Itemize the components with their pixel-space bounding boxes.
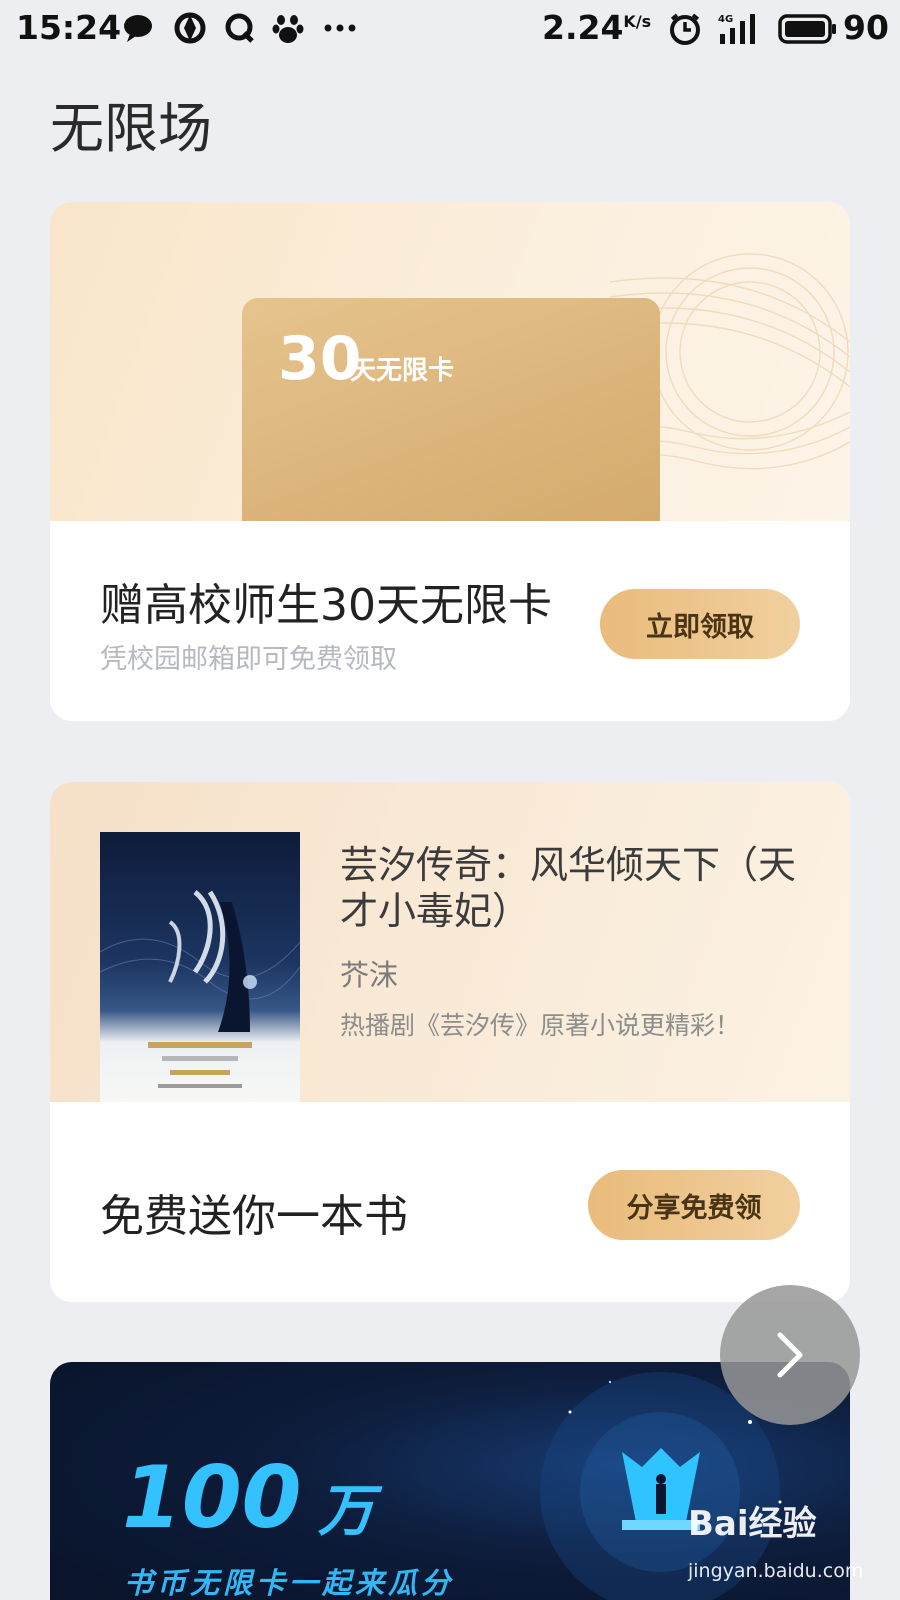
- watermark-url: jingyan.baidu.com: [688, 1560, 864, 1582]
- book-card-body: 免费送你一本书 分享免费领: [50, 1102, 850, 1302]
- chevron-right-icon: [777, 1332, 803, 1378]
- card-name: 天无限卡: [350, 356, 455, 386]
- coin-tagline: 书币无限卡一起来瓜分: [124, 1566, 455, 1600]
- baidu-paw-icon: [272, 12, 304, 44]
- unlimited-promo-subtitle: 凭校园邮箱即可免费领取: [100, 644, 397, 675]
- unlimited-card-banner: 30 天无限卡: [50, 202, 850, 521]
- more-dots-icon: [322, 12, 358, 44]
- battery-icon: [778, 12, 838, 44]
- claim-now-button[interactable]: 立即领取: [600, 589, 800, 659]
- watermark-brand: Bai经验: [688, 1504, 817, 1544]
- status-bar: 15:24 2.24K/s 4G 90: [0, 0, 900, 56]
- page-title: 无限场: [50, 97, 212, 160]
- q-app-icon: [224, 12, 256, 44]
- book-description: 热播剧《芸汐传》原著小说更精彩！: [340, 1011, 741, 1040]
- book-banner: 芸汐传奇：风华倾天下（天才小毒妃） 芥沫 热播剧《芸汐传》原著小说更精彩！: [50, 782, 850, 1102]
- unlimited-promo-title: 赠高校师生30天无限卡: [100, 580, 552, 631]
- unlimited-card-body: 赠高校师生30天无限卡 凭校园邮箱即可免费领取 立即领取: [50, 521, 850, 721]
- free-book-title: 免费送你一本书: [100, 1191, 408, 1242]
- coin-amount: 100: [122, 1448, 302, 1548]
- next-page-button[interactable]: [720, 1285, 860, 1425]
- book-title: 芸汐传奇：风华倾天下（天才小毒妃）: [340, 843, 797, 933]
- gold-unlimited-card: 30 天无限卡: [242, 298, 660, 521]
- unlimited-card-promo[interactable]: 30 天无限卡 赠高校师生30天无限卡 凭校园邮箱即可免费领取 立即领取: [50, 202, 850, 721]
- screen: 15:24 2.24K/s 4G 90 无限场 30 天无限卡 赠高校师生30天…: [0, 0, 900, 1600]
- alarm-icon: [668, 12, 700, 45]
- signal-label: 4G: [718, 14, 733, 25]
- network-speed-unit: K/s: [623, 12, 652, 31]
- network-speed-value: 2.24: [542, 8, 624, 47]
- book-cover-image: [100, 832, 300, 1102]
- chat-bubble-icon: [122, 12, 154, 44]
- signal-4g-icon: 4G: [718, 12, 762, 44]
- baidu-jingyan-watermark: Bai经验 jingyan.baidu.com: [688, 1496, 864, 1596]
- coin-amount-unit: 万: [318, 1479, 374, 1544]
- cover-artwork: [100, 890, 300, 1088]
- share-free-claim-button[interactable]: 分享免费领: [588, 1170, 800, 1240]
- book-author: 芥沫: [340, 958, 399, 992]
- free-book-promo[interactable]: 芸汐传奇：风华倾天下（天才小毒妃） 芥沫 热播剧《芸汐传》原著小说更精彩！ 免费…: [50, 782, 850, 1302]
- battery-percent: 90: [843, 8, 889, 47]
- network-speed: 2.24K/s: [542, 8, 651, 47]
- card-days: 30: [278, 324, 362, 394]
- status-time: 15:24: [16, 8, 122, 47]
- sync-app-icon: [174, 12, 206, 44]
